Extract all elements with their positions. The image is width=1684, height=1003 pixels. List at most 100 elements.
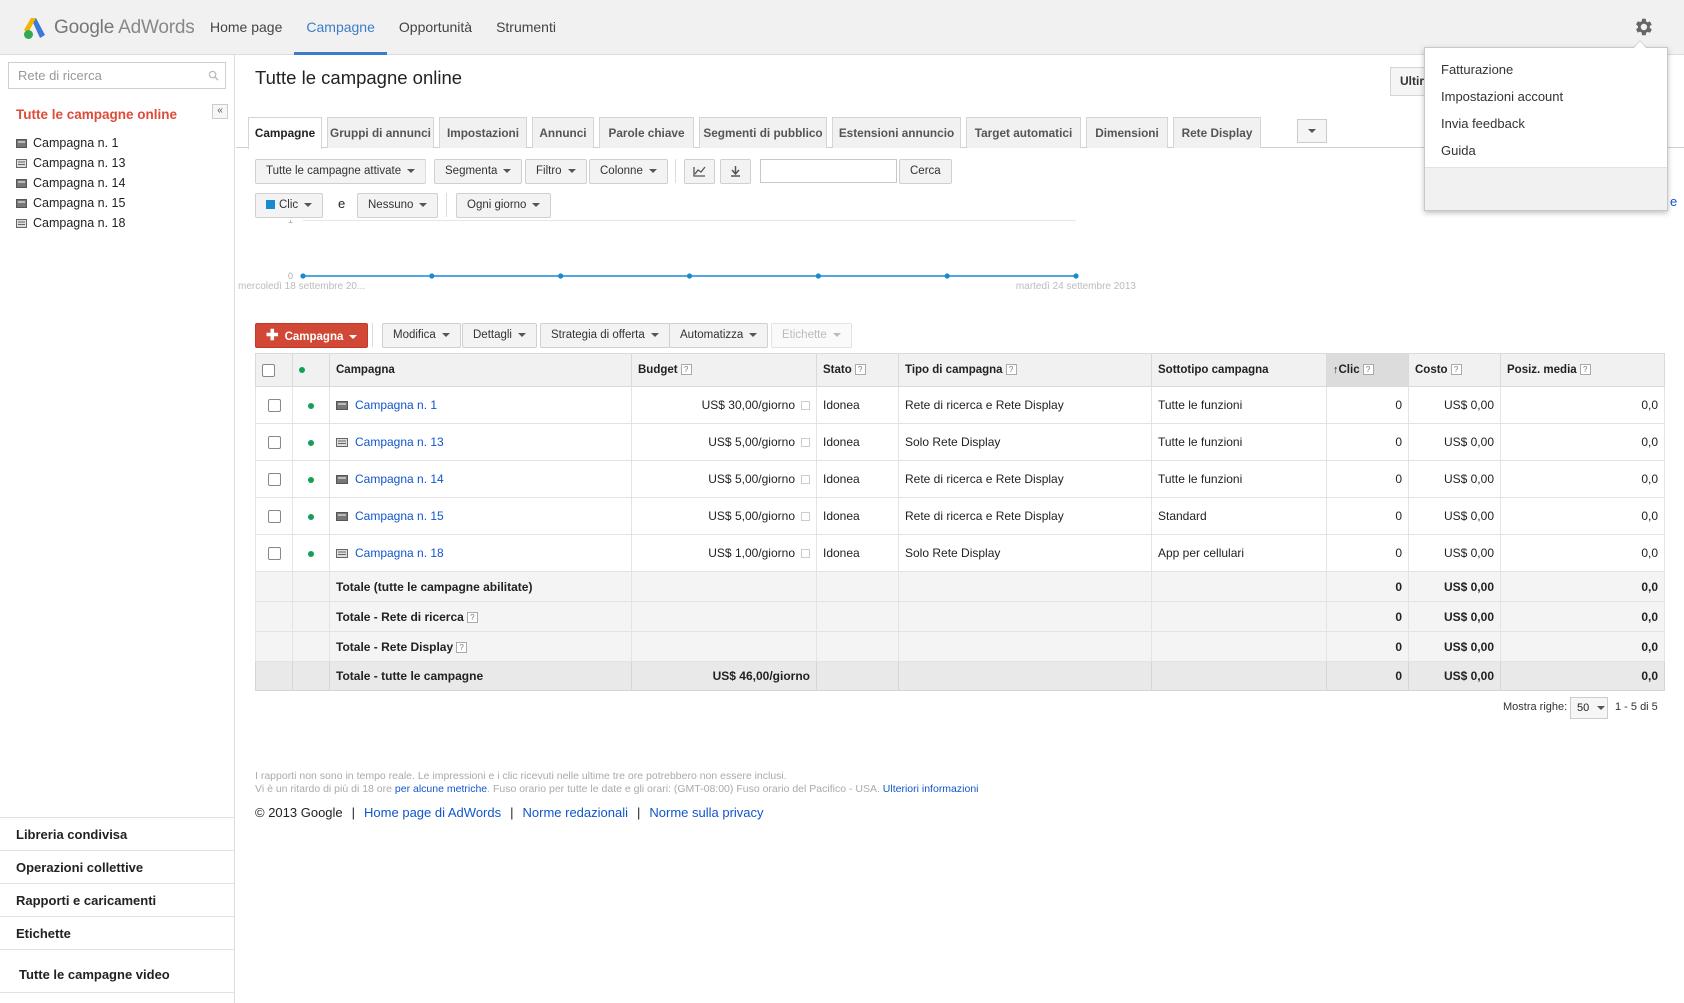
help-icon[interactable]: ?	[1579, 364, 1591, 375]
more-info-link[interactable]: Ulteriori informazioni	[883, 783, 979, 795]
automate-dropdown[interactable]: Automatizza	[669, 323, 769, 348]
new-campaign-button[interactable]: ✚ Campagna	[255, 323, 369, 348]
row-checkbox[interactable]	[267, 473, 281, 487]
help-icon[interactable]: ?	[1450, 364, 1462, 375]
tab-ad-extensions[interactable]: Estensioni annuncio	[832, 117, 961, 148]
header-campaign[interactable]: Campagna	[329, 353, 632, 387]
campaign-filter-dropdown[interactable]: Tutte le campagne attivate	[255, 159, 427, 184]
sidebar-campaign-item[interactable]: Campagna n. 18	[16, 213, 125, 233]
help-icon[interactable]: ?	[1005, 364, 1017, 375]
tab-ads[interactable]: Annunci	[532, 117, 594, 148]
enabled-dot-icon[interactable]	[308, 476, 314, 483]
sidebar-campaign-item[interactable]: Campagna n. 14	[16, 173, 125, 193]
row-status-cell[interactable]	[292, 386, 330, 424]
interval-dropdown[interactable]: Ogni giorno	[456, 193, 552, 218]
enabled-dot-icon[interactable]	[308, 513, 314, 520]
header-cost[interactable]: Costo?	[1408, 353, 1501, 387]
header-clicks[interactable]: ↑ Clic?	[1326, 353, 1409, 387]
footer-link-privacy[interactable]: Norme sulla privacy	[649, 805, 763, 820]
nav-campaigns[interactable]: Campagne	[294, 0, 387, 55]
menu-item-account-settings[interactable]: Impostazioni account	[1425, 83, 1667, 110]
row-status-cell[interactable]	[292, 497, 330, 535]
header-select-all[interactable]	[255, 353, 293, 387]
tab-campaigns[interactable]: Campagne	[248, 117, 322, 149]
campaign-link[interactable]: Campagna n. 15	[355, 509, 444, 523]
sidebar-bulk-operations[interactable]: Operazioni collettive	[0, 850, 235, 883]
help-icon[interactable]: ?	[456, 641, 468, 653]
header-campaign-subtype[interactable]: Sottotipo campagna	[1151, 353, 1327, 387]
edit-dropdown[interactable]: Modifica	[382, 323, 461, 348]
columns-dropdown[interactable]: Colonne	[589, 159, 668, 184]
row-checkbox[interactable]	[267, 510, 281, 524]
menu-item-feedback[interactable]: Invia feedback	[1425, 110, 1667, 137]
header-status[interactable]: Stato?	[816, 353, 899, 387]
more-tabs-button[interactable]	[1297, 119, 1327, 143]
edit-icon[interactable]	[801, 401, 810, 410]
header-budget[interactable]: Budget?	[631, 353, 817, 387]
enabled-dot-icon[interactable]	[308, 402, 314, 409]
edit-icon[interactable]	[801, 549, 810, 558]
adwords-logo[interactable]: Google AdWords	[22, 14, 195, 41]
filter-dropdown[interactable]: Filtro	[525, 159, 587, 184]
metric1-dropdown[interactable]: Clic	[255, 193, 324, 218]
help-icon[interactable]: ?	[854, 364, 866, 375]
footer-link-editorial[interactable]: Norme redazionali	[523, 805, 629, 820]
segment-dropdown[interactable]: Segmenta	[434, 159, 523, 184]
help-icon[interactable]: ?	[466, 611, 478, 623]
sidebar-video-campaigns[interactable]: Tutte le campagne video	[0, 949, 235, 993]
help-icon[interactable]: ?	[1362, 364, 1374, 375]
table-search-input[interactable]	[760, 159, 897, 183]
sidebar-all-campaigns[interactable]: Tutte le campagne online	[16, 107, 177, 122]
tab-auto-targets[interactable]: Target automatici	[966, 117, 1081, 148]
tab-audiences[interactable]: Segmenti di pubblico	[699, 117, 827, 148]
tab-settings[interactable]: Impostazioni	[439, 117, 527, 148]
header-avg-position[interactable]: Posiz. media?	[1500, 353, 1665, 387]
nav-tools[interactable]: Strumenti	[484, 0, 568, 55]
sidebar-shared-library[interactable]: Libreria condivisa	[0, 817, 235, 850]
chart-toggle-button[interactable]	[684, 159, 715, 184]
tab-dimensions[interactable]: Dimensioni	[1086, 117, 1168, 148]
sidebar-campaign-item[interactable]: Campagna n. 15	[16, 193, 125, 213]
row-status-cell[interactable]	[292, 460, 330, 498]
gear-icon[interactable]	[1632, 16, 1654, 38]
nav-home[interactable]: Home page	[198, 0, 294, 55]
tab-ad-groups[interactable]: Gruppi di annunci	[327, 117, 434, 148]
campaign-link[interactable]: Campagna n. 1	[355, 398, 437, 412]
campaign-link[interactable]: Campagna n. 13	[355, 435, 444, 449]
select-all-checkbox[interactable]	[262, 363, 275, 377]
bid-strategy-dropdown[interactable]: Strategia di offerta	[540, 323, 670, 348]
edit-icon[interactable]	[801, 512, 810, 521]
row-checkbox[interactable]	[267, 399, 281, 413]
sidebar-labels[interactable]: Etichette	[0, 916, 235, 949]
campaign-link[interactable]: Campagna n. 14	[355, 472, 444, 486]
row-checkbox[interactable]	[267, 436, 281, 450]
enabled-dot-icon[interactable]	[308, 550, 314, 557]
partially-hidden-link[interactable]: e	[1670, 194, 1677, 209]
sidebar-campaign-item[interactable]: Campagna n. 13	[16, 153, 125, 173]
campaign-link[interactable]: Campagna n. 18	[355, 546, 444, 560]
header-campaign-type[interactable]: Tipo di campagna?	[898, 353, 1152, 387]
edit-icon[interactable]	[801, 438, 810, 447]
tab-keywords[interactable]: Parole chiave	[599, 117, 694, 148]
sidebar-reports-uploads[interactable]: Rapporti e caricamenti	[0, 883, 235, 916]
edit-icon[interactable]	[801, 475, 810, 484]
enabled-dot-icon[interactable]	[308, 439, 314, 446]
footer-link-home[interactable]: Home page di AdWords	[364, 805, 501, 820]
rows-per-page-select[interactable]: 50	[1570, 697, 1608, 719]
sidebar-campaign-item[interactable]: Campagna n. 1	[16, 133, 125, 153]
download-button[interactable]	[720, 159, 751, 184]
menu-item-help[interactable]: Guida	[1425, 137, 1667, 164]
row-status-cell[interactable]	[292, 534, 330, 572]
metric2-dropdown[interactable]: Nessuno	[357, 193, 439, 218]
menu-item-billing[interactable]: Fatturazione	[1425, 56, 1667, 83]
nav-opportunities[interactable]: Opportunità	[387, 0, 484, 55]
metrics-link[interactable]: per alcune metriche	[395, 783, 487, 795]
sidebar-search-input[interactable]: Rete di ricerca	[8, 62, 226, 89]
tab-display-network[interactable]: Rete Display	[1173, 117, 1261, 148]
row-checkbox[interactable]	[267, 547, 281, 561]
row-status-cell[interactable]	[292, 423, 330, 461]
collapse-sidebar-button[interactable]: «	[212, 104, 228, 119]
help-icon[interactable]: ?	[680, 364, 692, 375]
labels-dropdown[interactable]: Etichette	[771, 323, 852, 348]
search-button[interactable]: Cerca	[899, 159, 952, 184]
